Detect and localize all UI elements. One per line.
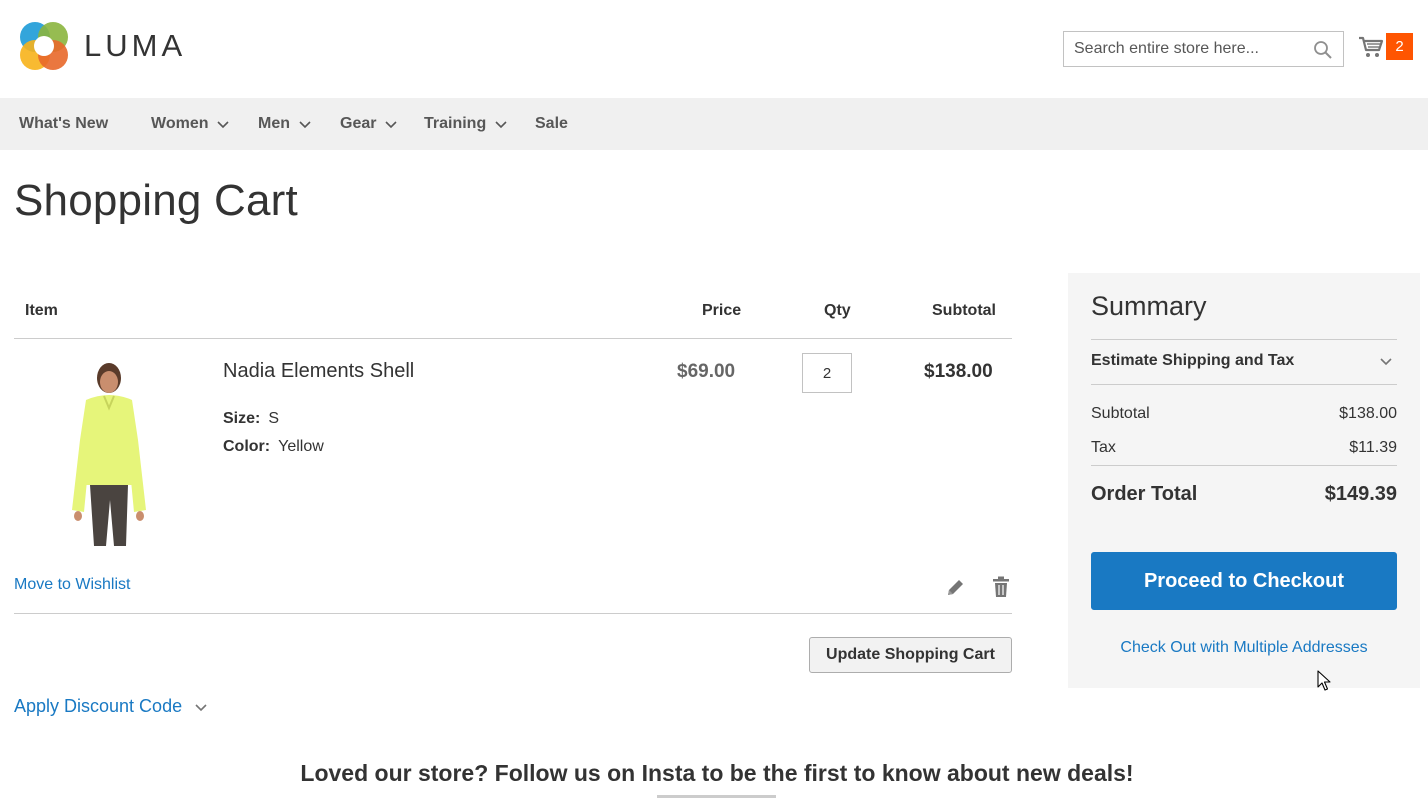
item-price: $69.00 — [677, 361, 736, 382]
summary-title: Summary — [1091, 291, 1207, 321]
move-to-wishlist-link[interactable]: Move to Wishlist — [14, 576, 130, 594]
column-header-qty: Qty — [824, 302, 851, 319]
nav-item-training[interactable]: Training — [424, 98, 508, 150]
minicart-link[interactable]: 2 — [1358, 33, 1413, 60]
cart-count-badge: 2 — [1386, 33, 1413, 60]
tax-value: $11.39 — [1349, 439, 1397, 456]
column-header-item: Item — [25, 302, 58, 319]
chevron-down-icon — [1380, 358, 1392, 366]
brand-name: LUMA — [84, 28, 187, 63]
page-header: LUMA 2 — [0, 0, 1428, 98]
estimate-shipping-toggle[interactable]: Estimate Shipping and Tax — [1091, 352, 1397, 370]
nav-item-men[interactable]: Men — [258, 98, 312, 150]
footer-divider — [657, 795, 776, 798]
product-option-color: Color: Yellow — [223, 438, 324, 456]
mouse-cursor-icon — [1317, 670, 1331, 691]
option-label: Color: — [223, 438, 271, 455]
option-label: Size: — [223, 410, 261, 427]
subtotal-label: Subtotal — [1091, 405, 1150, 422]
nav-item-sale[interactable]: Sale — [535, 98, 568, 150]
divider — [1091, 465, 1397, 466]
update-shopping-cart-button[interactable]: Update Shopping Cart — [809, 637, 1012, 673]
chevron-down-icon — [299, 121, 311, 129]
main-navigation: What's New Women Men Gear Training Sale — [0, 98, 1428, 150]
pencil-icon[interactable] — [944, 577, 966, 599]
multi-address-container: Check Out with Multiple Addresses — [1068, 639, 1420, 657]
discount-label: Apply Discount Code — [14, 696, 183, 716]
nav-item-gear[interactable]: Gear — [340, 98, 398, 150]
option-value: Yellow — [278, 438, 324, 455]
summary-subtotal-row: Subtotal $138.00 — [1091, 405, 1397, 423]
subtotal-value: $138.00 — [1339, 405, 1397, 422]
estimate-shipping-label: Estimate Shipping and Tax — [1091, 352, 1295, 369]
divider — [14, 613, 1012, 614]
apply-discount-code-toggle[interactable]: Apply Discount Code — [14, 696, 208, 717]
page-title: Shopping Cart — [14, 176, 298, 225]
search-input[interactable] — [1064, 32, 1343, 66]
nav-item-label: Women — [151, 115, 209, 132]
search-icon[interactable] — [1313, 40, 1333, 60]
order-total-label: Order Total — [1091, 483, 1198, 505]
tax-label: Tax — [1091, 439, 1116, 456]
proceed-to-checkout-button[interactable]: Proceed to Checkout — [1091, 552, 1397, 610]
quantity-input[interactable] — [802, 353, 852, 393]
trash-icon[interactable] — [991, 576, 1011, 598]
product-name-link[interactable]: Nadia Elements Shell — [223, 360, 414, 383]
order-total-row: Order Total $149.39 — [1091, 483, 1397, 506]
cart-summary: Summary Estimate Shipping and Tax Subtot… — [1068, 273, 1420, 688]
chevron-down-icon — [217, 121, 230, 129]
chevron-down-icon — [385, 121, 398, 129]
nav-item-women[interactable]: Women — [151, 98, 230, 150]
order-total-value: $149.39 — [1324, 483, 1397, 505]
luma-logo-icon — [20, 22, 68, 70]
option-value: S — [268, 410, 280, 427]
divider — [1091, 384, 1397, 385]
footer-promo-text: Loved our store? Follow us on Insta to b… — [300, 760, 1134, 786]
product-image[interactable] — [54, 360, 164, 550]
product-option-size: Size: S — [223, 410, 279, 428]
store-logo[interactable]: LUMA — [18, 20, 186, 72]
nav-item-label: Men — [258, 115, 290, 132]
nav-item-label: What's New — [19, 115, 109, 132]
column-header-subtotal: Subtotal — [932, 302, 996, 319]
column-header-price: Price — [702, 302, 742, 319]
nav-item-label: Training — [424, 115, 487, 132]
nav-item-label: Sale — [535, 115, 568, 132]
checkout-multiple-addresses-link[interactable]: Check Out with Multiple Addresses — [1120, 639, 1367, 656]
chevron-down-icon — [495, 121, 507, 129]
chevron-down-icon — [195, 703, 207, 711]
divider — [1091, 339, 1397, 340]
divider — [14, 338, 1012, 339]
nav-item-label: Gear — [340, 115, 377, 132]
summary-tax-row: Tax $11.39 — [1091, 439, 1397, 457]
nav-item-whats-new[interactable]: What's New — [19, 98, 108, 150]
shopping-cart-icon — [1359, 36, 1384, 57]
search-box — [1063, 31, 1344, 67]
item-subtotal: $138.00 — [924, 361, 993, 382]
